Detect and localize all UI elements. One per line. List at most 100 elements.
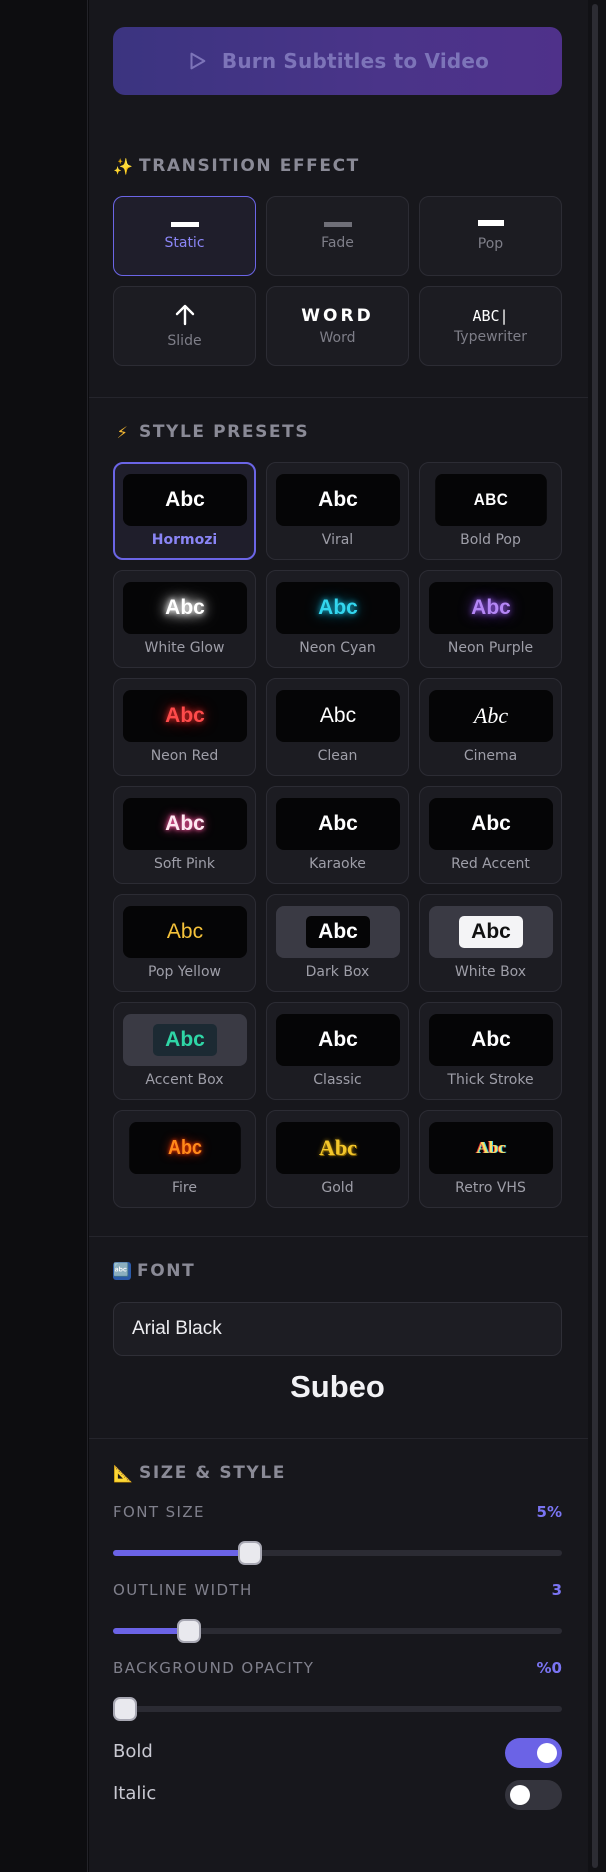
preset-name: White Glow (144, 640, 225, 656)
video-preview-area (0, 0, 88, 1872)
font-title-text: FONT (137, 1261, 196, 1281)
preset-preview: Abc (123, 906, 247, 958)
dash-icon (477, 220, 504, 226)
preset-retro-vhs[interactable]: Abc Retro VHS (419, 1110, 562, 1208)
preset-name: Pop Yellow (148, 964, 221, 980)
preset-preview: Abc (123, 798, 247, 850)
font-size-label: FONT SIZE (113, 1503, 205, 1521)
font-select[interactable]: Arial Black (113, 1302, 562, 1356)
preset-preview-frame: Abc (123, 1014, 247, 1066)
slider-handle[interactable] (237, 1541, 262, 1565)
preset-preview: Abc (276, 1014, 400, 1066)
transition-slide-label: Slide (167, 333, 202, 349)
preset-bold-pop[interactable]: ABC Bold Pop (419, 462, 562, 560)
preset-name: Gold (321, 1180, 354, 1196)
preset-preview: Abc (429, 582, 553, 634)
bold-toggle[interactable] (505, 1738, 562, 1768)
preset-name: Karaoke (309, 856, 366, 872)
preset-white-glow[interactable]: Abc White Glow (113, 570, 256, 668)
size-style-title: 📐 SIZE & STYLE (113, 1463, 286, 1483)
preset-preview: Abc (306, 916, 370, 948)
preset-name: Accent Box (145, 1072, 224, 1088)
preset-preview: Abc (276, 582, 400, 634)
preset-name: Bold Pop (460, 532, 521, 548)
preset-preview: Abc (276, 1122, 400, 1174)
transition-pop-label: Pop (477, 236, 504, 252)
preset-preview: Abc (429, 690, 553, 742)
preset-preview: Abc (153, 1024, 217, 1056)
preset-dark-box[interactable]: Abc Dark Box (266, 894, 409, 992)
preset-name: Neon Red (150, 748, 219, 764)
preset-classic[interactable]: Abc Classic (266, 1002, 409, 1100)
preset-preview: Abc (123, 690, 247, 742)
preset-preview: Abc (276, 474, 400, 526)
font-title: 🔤 FONT (113, 1261, 195, 1281)
transition-word[interactable]: WORD Word (266, 286, 409, 366)
preset-soft-pink[interactable]: Abc Soft Pink (113, 786, 256, 884)
slider-handle[interactable] (177, 1619, 202, 1643)
preset-neon-purple[interactable]: Abc Neon Purple (419, 570, 562, 668)
outline-width-value: 3 (551, 1581, 562, 1599)
preset-name: White Box (454, 964, 527, 980)
transition-slide[interactable]: Slide (113, 286, 256, 366)
preset-clean[interactable]: Abc Clean (266, 678, 409, 776)
transition-pop[interactable]: Pop (419, 196, 562, 276)
transition-typewriter-label: Typewriter (453, 329, 528, 345)
subtitle-settings-panel: Burn Subtitles to Video ✨ TRANSITION EFF… (89, 0, 588, 1872)
preset-preview-frame: Abc (429, 906, 553, 958)
typewriter-glyph: ABC| (472, 307, 509, 325)
preset-red-accent[interactable]: Abc Red Accent (419, 786, 562, 884)
ruler-icon: 📐 (113, 1463, 135, 1483)
preset-thick-stroke[interactable]: Abc Thick Stroke (419, 1002, 562, 1100)
presets-title-text: STYLE PRESETS (139, 422, 310, 442)
transition-title: ✨ TRANSITION EFFECT (113, 156, 360, 176)
preset-name: Cinema (463, 748, 518, 764)
font-icon: 🔤 (113, 1262, 131, 1280)
presets-section: ⚡ STYLE PRESETS Abc Hormozi Abc Viral AB… (89, 397, 588, 1236)
preset-cinema[interactable]: Abc Cinema (419, 678, 562, 776)
preset-name: Viral (321, 532, 354, 548)
slider-handle[interactable] (113, 1697, 137, 1721)
panel-scrollbar[interactable] (588, 0, 606, 1872)
size-style-section: 📐 SIZE & STYLE FONT SIZE 5% OUTLINE WIDT… (89, 1438, 588, 1872)
font-section: 🔤 FONT Arial Black Subeo (89, 1236, 588, 1438)
preset-viral[interactable]: Abc Viral (266, 462, 409, 560)
italic-toggle[interactable] (505, 1780, 562, 1810)
outline-width-label: OUTLINE WIDTH (113, 1581, 253, 1599)
outline-width-slider[interactable] (113, 1619, 562, 1643)
preset-karaoke[interactable]: Abc Karaoke (266, 786, 409, 884)
preset-name: Thick Stroke (447, 1072, 534, 1088)
word-glyph: WORD (301, 306, 374, 326)
preset-name: Retro VHS (455, 1180, 526, 1196)
bg-opacity-slider[interactable] (113, 1697, 562, 1721)
preset-hormozi[interactable]: Abc Hormozi (113, 462, 256, 560)
font-size-slider[interactable] (113, 1541, 562, 1565)
dash-faded-icon (323, 222, 352, 227)
transition-fade-label: Fade (321, 235, 354, 251)
preset-fire[interactable]: Abc Fire (113, 1110, 256, 1208)
size-style-title-text: SIZE & STYLE (139, 1463, 286, 1483)
italic-label: Italic (113, 1783, 157, 1804)
preset-name: Soft Pink (153, 856, 216, 872)
preset-name: Neon Cyan (299, 640, 376, 656)
lightning-icon: ⚡ (116, 422, 130, 442)
preset-accent-box[interactable]: Abc Accent Box (113, 1002, 256, 1100)
preset-preview: Abc (123, 582, 247, 634)
scrollbar-thumb[interactable] (592, 4, 598, 1868)
dash-icon (170, 222, 199, 227)
preset-preview: Abc (276, 798, 400, 850)
preset-gold[interactable]: Abc Gold (266, 1110, 409, 1208)
preset-preview: Abc (429, 1122, 553, 1174)
transition-fade[interactable]: Fade (266, 196, 409, 276)
preset-preview: Abc (429, 798, 553, 850)
preset-pop-yellow[interactable]: Abc Pop Yellow (113, 894, 256, 992)
transition-typewriter[interactable]: ABC| Typewriter (419, 286, 562, 366)
preset-neon-cyan[interactable]: Abc Neon Cyan (266, 570, 409, 668)
slider-fill (113, 1550, 250, 1556)
font-size-value: 5% (536, 1503, 562, 1521)
transition-static[interactable]: Static (113, 196, 256, 276)
toggle-knob (537, 1743, 557, 1763)
preset-white-box[interactable]: Abc White Box (419, 894, 562, 992)
preset-neon-red[interactable]: Abc Neon Red (113, 678, 256, 776)
presets-title: ⚡ STYLE PRESETS (113, 422, 309, 442)
